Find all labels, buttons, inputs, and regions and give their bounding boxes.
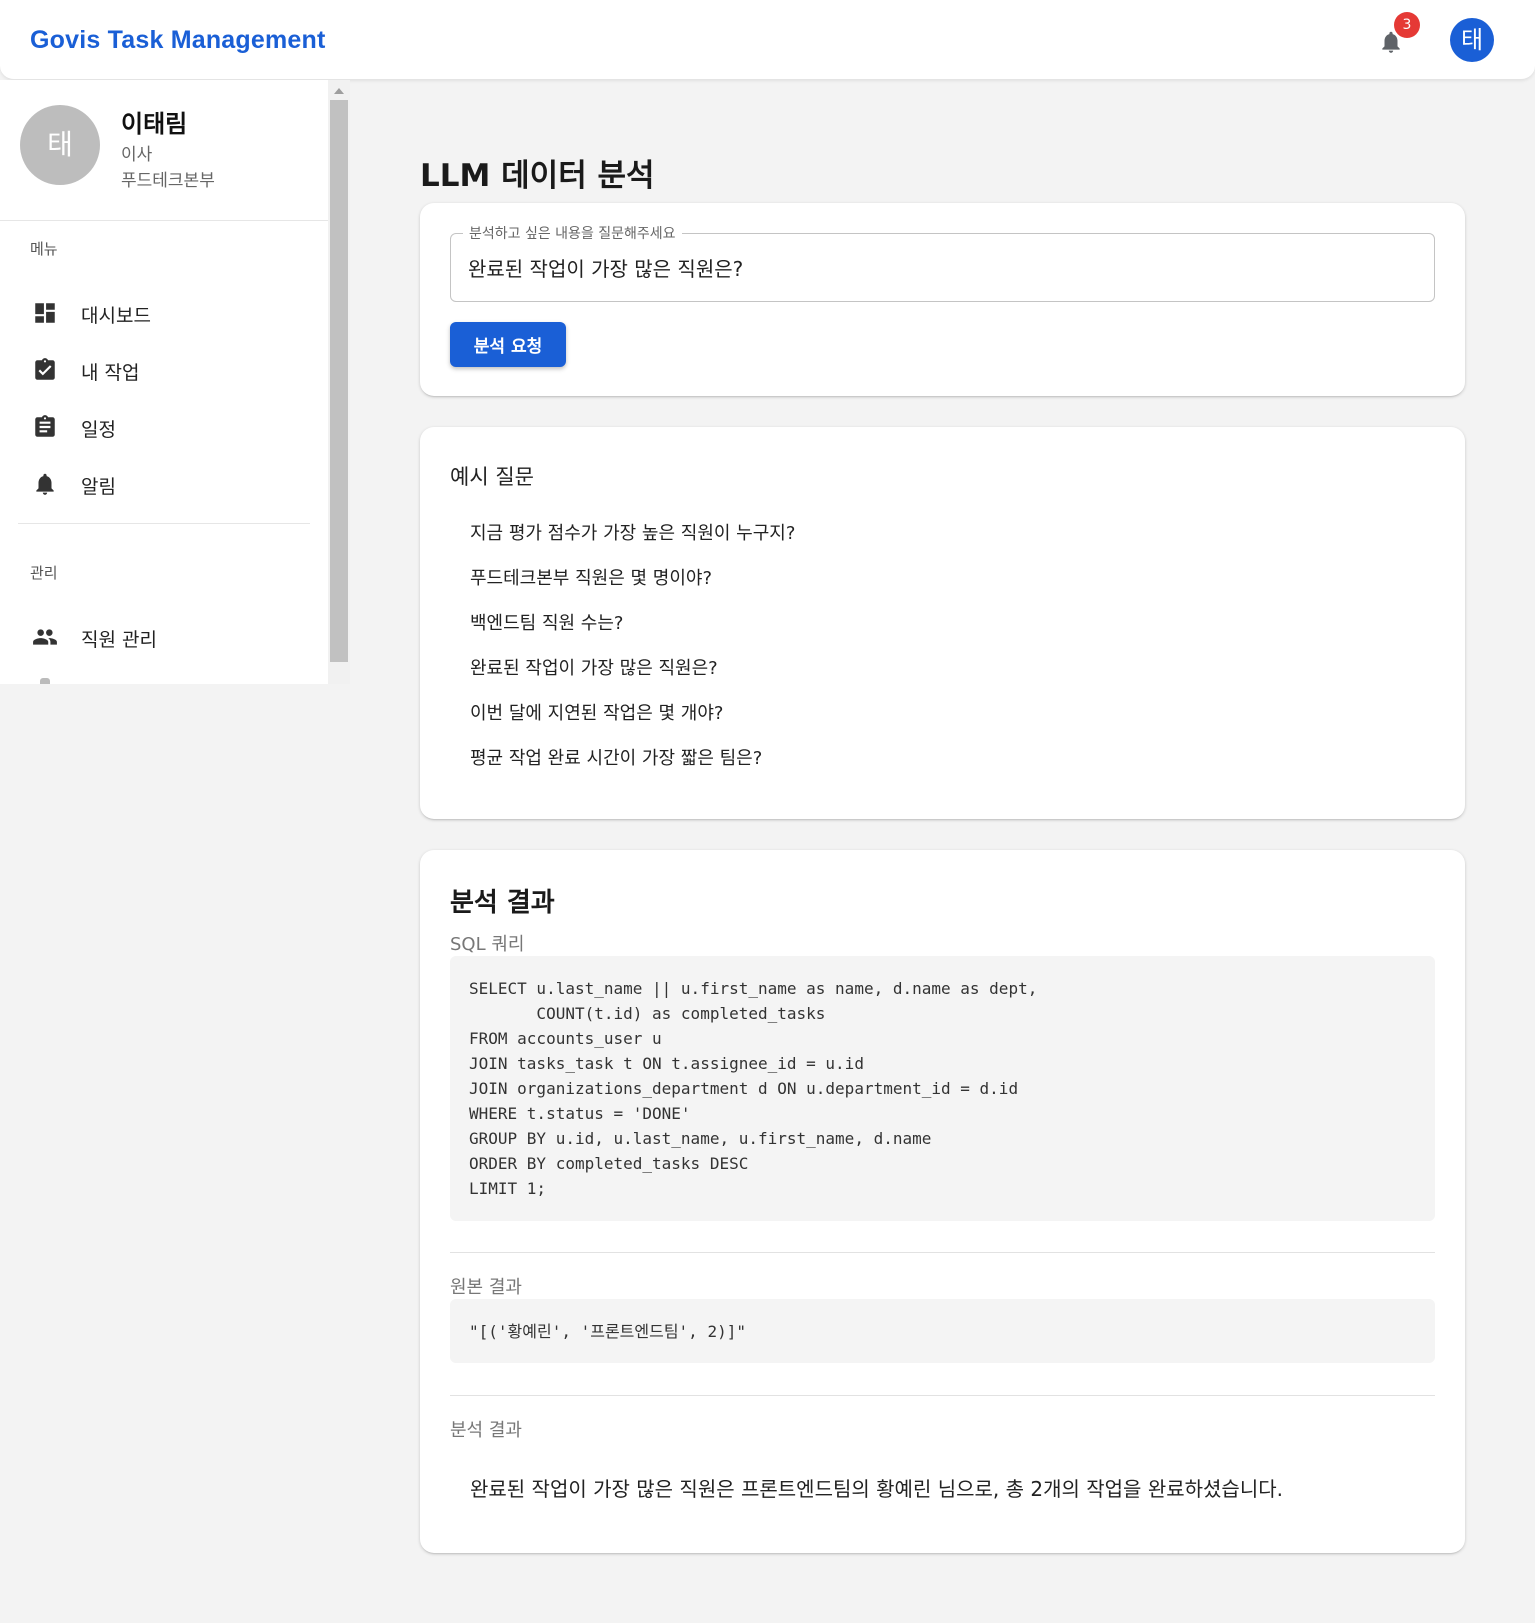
app-bar: Govis Task Management 3 태 (0, 0, 1535, 80)
sql-query-text: SELECT u.last_name || u.first_name as na… (469, 979, 1038, 1198)
admin-section-label: 관리 (30, 564, 58, 582)
profile-name: 이태림 (121, 110, 188, 138)
profile-role: 이사 (121, 145, 153, 165)
bell-icon (36, 473, 54, 495)
example-question[interactable]: 푸드테크본부 직원은 몇 명이야? (470, 564, 712, 590)
divider (18, 523, 310, 524)
sidebar-item-employees[interactable]: 직원 관리 (0, 612, 328, 662)
sidebar: 태 이태림 이사 푸드테크본부 메뉴 대시보드 내 작업 일정 알림 관리 직원… (0, 80, 350, 684)
sidebar-item-label: 알림 (81, 476, 116, 498)
clipped-item-icon (40, 678, 50, 684)
sidebar-item-schedule[interactable]: 일정 (0, 402, 328, 452)
raw-result-text: "[('황예린', '프론트엔드팀', 2)]" (469, 1322, 746, 1341)
sql-label: SQL 쿼리 (450, 934, 525, 955)
sql-code-block: SELECT u.last_name || u.first_name as na… (450, 956, 1435, 1221)
assignment-check-icon (35, 358, 55, 380)
sidebar-item-label: 내 작업 (81, 362, 140, 384)
analysis-answer: 완료된 작업이 가장 많은 직원은 프론트엔드팀의 황예린 님으로, 총 2개의… (470, 1477, 1283, 1501)
app-title[interactable]: Govis Task Management (30, 26, 326, 55)
people-icon (33, 629, 57, 645)
example-question[interactable]: 지금 평가 점수가 가장 높은 직원이 누구지? (470, 519, 795, 545)
notification-badge: 3 (1394, 12, 1420, 38)
notifications-button[interactable]: 3 (1376, 12, 1420, 56)
raw-result-block: "[('황예린', '프론트엔드팀', 2)]" (450, 1299, 1435, 1363)
example-question[interactable]: 완료된 작업이 가장 많은 직원은? (470, 654, 718, 680)
query-field[interactable]: 분석하고 싶은 내용을 질문해주세요 (450, 223, 1435, 302)
example-question[interactable]: 평균 작업 완료 시간이 가장 짧은 팀은? (470, 744, 762, 770)
example-questions-card: 예시 질문 지금 평가 점수가 가장 높은 직원이 누구지? 푸드테크본부 직원… (420, 427, 1465, 819)
dashboard-icon (35, 303, 55, 323)
divider (450, 1395, 1435, 1396)
query-card: 분석하고 싶은 내용을 질문해주세요 분석 요청 (420, 203, 1465, 396)
example-question[interactable]: 이번 달에 지연된 작업은 몇 개야? (470, 699, 723, 725)
scroll-up-arrow[interactable] (334, 88, 344, 94)
menu-section-label: 메뉴 (30, 240, 58, 258)
query-field-label: 분석하고 싶은 내용을 질문해주세요 (463, 223, 682, 243)
example-question[interactable]: 백엔드팀 직원 수는? (470, 609, 623, 635)
sidebar-item-label: 대시보드 (81, 305, 151, 327)
profile-department: 푸드테크본부 (121, 171, 215, 191)
raw-result-label: 원본 결과 (450, 1277, 522, 1298)
scrollbar-thumb[interactable] (330, 100, 348, 662)
result-title: 분석 결과 (450, 888, 555, 918)
clipboard-icon (35, 415, 55, 437)
user-avatar[interactable]: 태 (1450, 18, 1494, 62)
analyze-button[interactable]: 분석 요청 (450, 322, 566, 367)
query-input[interactable] (468, 252, 1408, 282)
sidebar-item-dashboard[interactable]: 대시보드 (0, 288, 328, 338)
analysis-result-card: 분석 결과 SQL 쿼리 SELECT u.last_name || u.fir… (420, 850, 1465, 1553)
sidebar-item-my-tasks[interactable]: 내 작업 (0, 345, 328, 395)
sidebar-scrollbar[interactable] (328, 80, 350, 684)
examples-heading: 예시 질문 (450, 465, 534, 489)
sidebar-item-alerts[interactable]: 알림 (0, 459, 328, 509)
profile-avatar: 태 (20, 105, 100, 185)
page-title: LLM 데이터 분석 (420, 158, 655, 194)
sidebar-item-label: 직원 관리 (81, 629, 157, 651)
analysis-label: 분석 결과 (450, 1420, 522, 1441)
divider (450, 1252, 1435, 1253)
divider (0, 220, 328, 221)
sidebar-item-label: 일정 (81, 419, 116, 441)
